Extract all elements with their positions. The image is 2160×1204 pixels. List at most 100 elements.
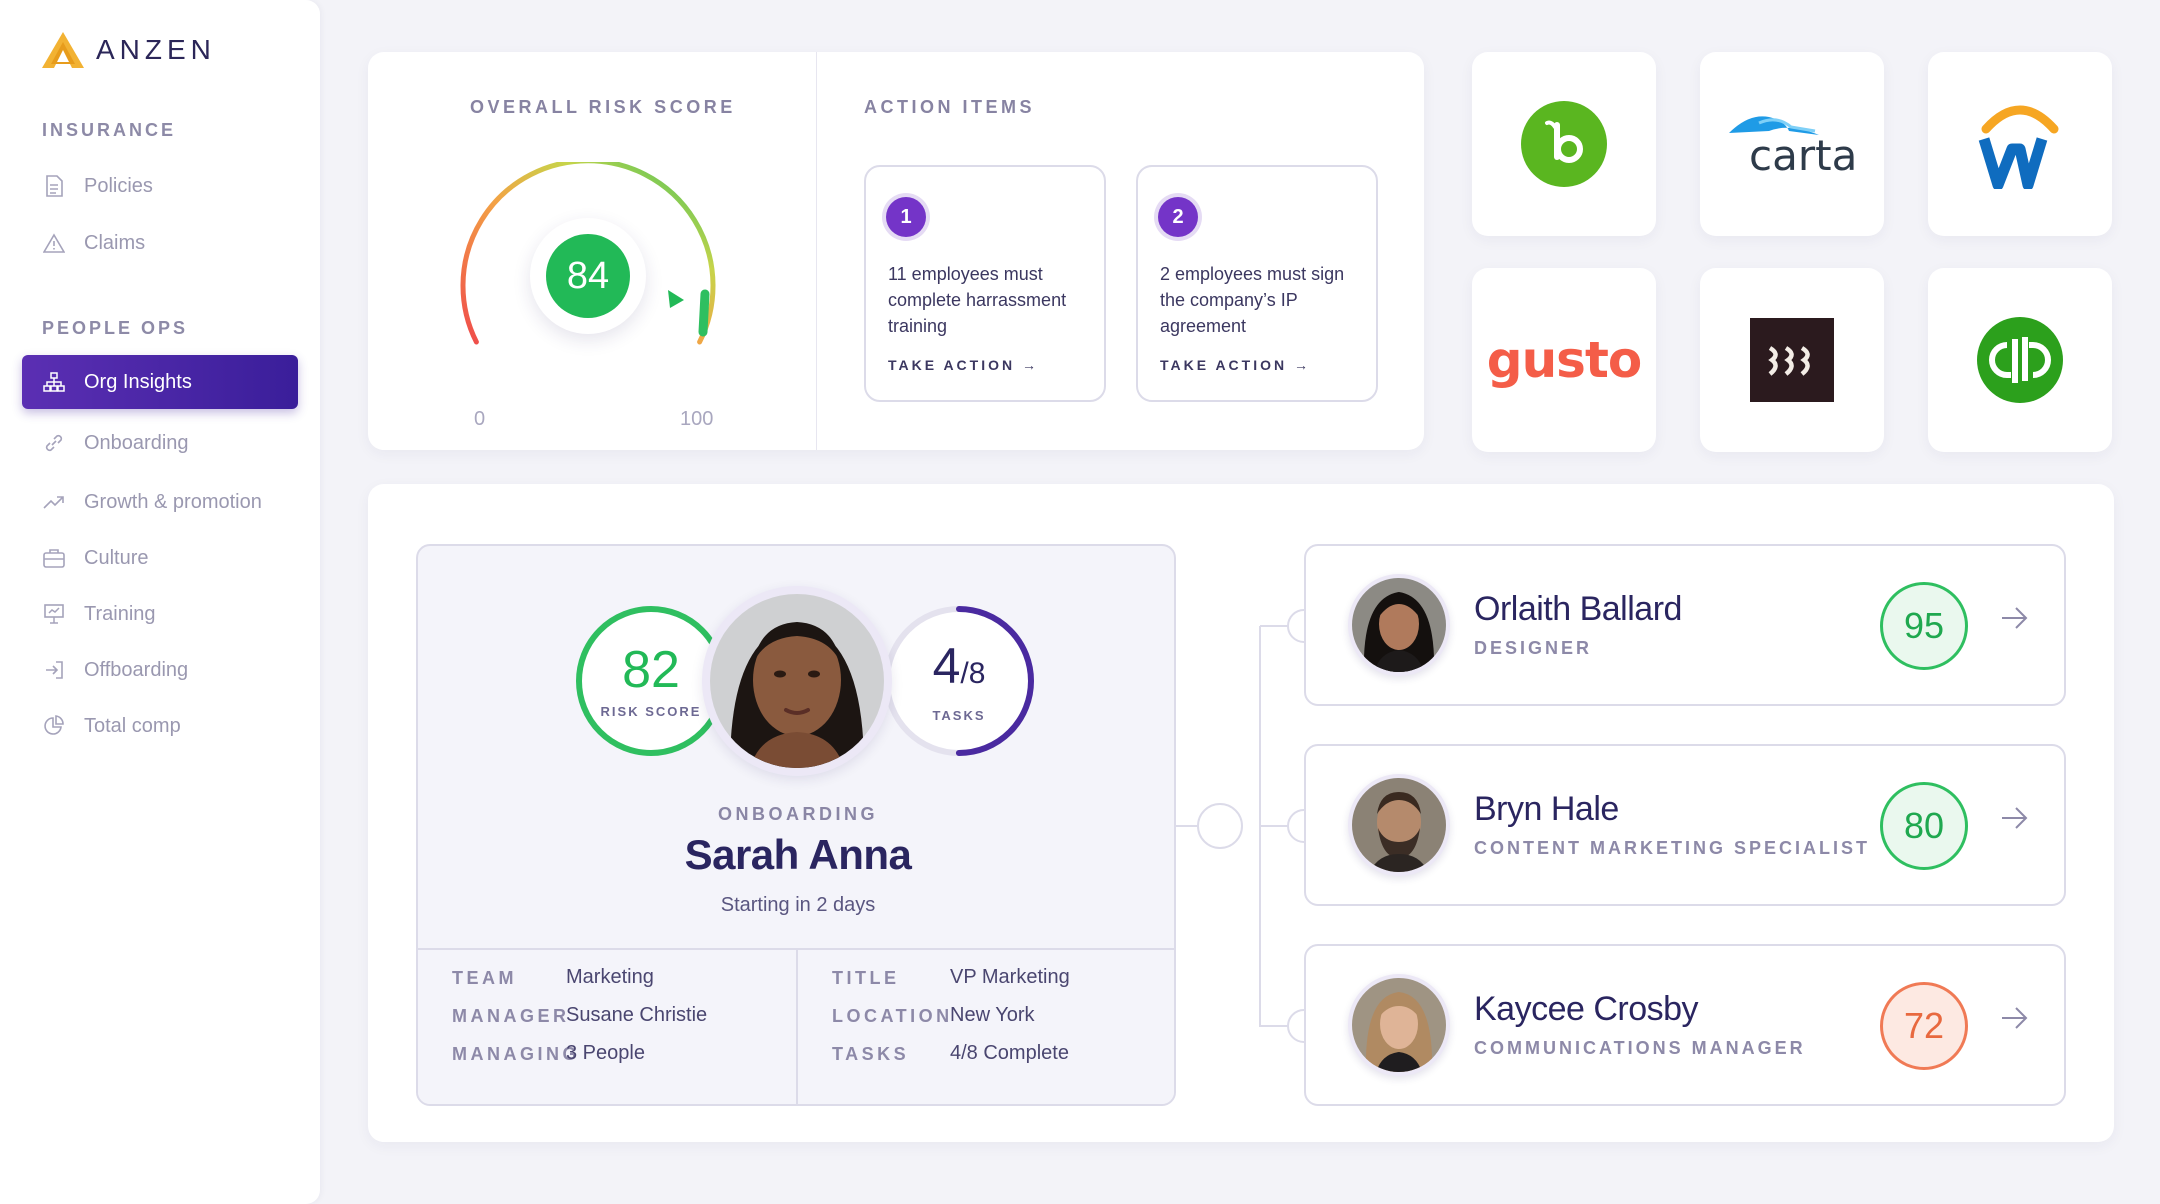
- sidebar-item-label: Total comp: [84, 714, 181, 737]
- report-score-badge: 80: [1880, 782, 1968, 870]
- sidebar-item-label: Growth & promotion: [84, 490, 262, 513]
- presentation-icon: [42, 602, 66, 626]
- profile-status: ONBOARDING: [718, 804, 878, 824]
- integration-carta[interactable]: carta: [1700, 52, 1884, 236]
- action-item-1[interactable]: 1 11 employees must complete harrassment…: [864, 165, 1106, 402]
- integration-workday[interactable]: [1928, 52, 2112, 236]
- detail-value-managing: 3 People: [566, 1042, 645, 1064]
- detail-value-title: VP Marketing: [950, 966, 1070, 988]
- report-card[interactable]: Bryn Hale CONTENT MARKETING SPECIALIST 8…: [1304, 744, 2066, 906]
- action-item-2[interactable]: 2 2 employees must sign the company’s IP…: [1136, 165, 1378, 402]
- sidebar-item-org-insights[interactable]: Org Insights: [22, 355, 298, 409]
- link-icon: [42, 431, 66, 455]
- detail-label-tasks: TASKS: [832, 1044, 910, 1064]
- briefcase-icon: [42, 546, 66, 570]
- integration-bamboohr[interactable]: [1472, 52, 1656, 236]
- report-card[interactable]: Kaycee Crosby COMMUNICATIONS MANAGER 72: [1304, 944, 2066, 1106]
- risk-score-title: OVERALL RISK SCORE: [470, 97, 736, 117]
- profile-risk-score: 82: [622, 640, 680, 699]
- orlaith-portrait: [1352, 578, 1446, 672]
- report-name: Orlaith Ballard: [1474, 590, 1682, 628]
- sidebar-item-label: Claims: [84, 231, 146, 254]
- detail-label-managing: MANAGING: [452, 1044, 580, 1064]
- action-number-badge: 1: [886, 197, 926, 237]
- pie-chart-icon: [42, 714, 66, 738]
- sidebar-item-claims[interactable]: Claims: [22, 216, 298, 270]
- exit-icon: [42, 658, 66, 682]
- detail-value-team: Marketing: [566, 966, 654, 988]
- profile-subtitle: Starting in 2 days: [720, 894, 876, 916]
- details-divider: [796, 950, 798, 1104]
- sarah-portrait: [710, 594, 884, 768]
- kaycee-portrait: [1352, 978, 1446, 1072]
- detail-value-manager: Susane Christie: [566, 1004, 708, 1026]
- risk-score-value: 84: [546, 234, 630, 318]
- avatar: [1348, 574, 1450, 676]
- sidebar-item-label: Offboarding: [84, 658, 189, 681]
- report-score-badge: 95: [1880, 582, 1968, 670]
- report-role: DESIGNER: [1474, 638, 1593, 658]
- risk-gauge: 84 0 100: [458, 162, 738, 430]
- action-description: 2 employees must sign the company’s IP a…: [1160, 264, 1345, 336]
- action-number-badge: 2: [1158, 197, 1198, 237]
- detail-label-manager: MANAGER: [452, 1006, 570, 1026]
- detail-label-title: TITLE: [832, 968, 900, 988]
- nav-section-people-ops: PEOPLE OPS: [42, 318, 189, 338]
- gusto-logo-icon: gusto: [1486, 331, 1642, 389]
- integration-rippling[interactable]: [1700, 268, 1884, 452]
- gauge-max-label: 100: [680, 408, 714, 430]
- gauge-pointer-icon: [668, 290, 684, 308]
- arrow-right-icon[interactable]: [2000, 806, 2030, 830]
- avatar: [702, 586, 892, 776]
- report-role: CONTENT MARKETING SPECIALIST: [1474, 838, 1871, 858]
- risk-score-badge: 84: [530, 218, 646, 334]
- arrow-right-icon[interactable]: [2000, 606, 2030, 630]
- report-name: Bryn Hale: [1474, 790, 1619, 828]
- nav-section-insurance: INSURANCE: [42, 120, 177, 140]
- integration-quickbooks[interactable]: [1928, 268, 2112, 452]
- sidebar-item-onboarding[interactable]: Onboarding: [22, 416, 298, 470]
- detail-label-team: TEAM: [452, 968, 517, 988]
- org-insights-card: 82 RISK SCORE 4/8 TASKS ONBOARDING Sarah…: [368, 484, 2114, 1142]
- profile-name: Sarah Anna: [684, 831, 912, 878]
- profile-details: TEAM Marketing MANAGER Susane Christie M…: [418, 948, 1174, 1104]
- report-card[interactable]: Orlaith Ballard DESIGNER 95: [1304, 544, 2066, 706]
- trending-up-icon: [42, 490, 66, 514]
- detail-label-location: LOCATION: [832, 1006, 953, 1026]
- take-action-link[interactable]: TAKE ACTION →: [888, 357, 1039, 373]
- quickbooks-logo-icon: [1977, 317, 2063, 403]
- report-score-badge: 72: [1880, 982, 1968, 1070]
- sidebar-item-policies[interactable]: Policies: [22, 159, 298, 213]
- detail-value-tasks: 4/8 Complete: [950, 1042, 1069, 1064]
- sidebar-item-offboarding[interactable]: Offboarding: [22, 643, 298, 697]
- sidebar-item-growth[interactable]: Growth & promotion: [22, 475, 298, 529]
- bryn-portrait: [1352, 778, 1446, 872]
- brand-name: ANZEN: [96, 34, 216, 65]
- sidebar-item-label: Culture: [84, 546, 149, 569]
- brand-logo[interactable]: ANZEN: [42, 32, 216, 68]
- arrow-right-icon[interactable]: [2000, 1006, 2030, 1030]
- avatar: [1348, 974, 1450, 1076]
- tasks-label: TASKS: [932, 707, 986, 723]
- report-name: Kaycee Crosby: [1474, 990, 1699, 1028]
- risk-score-label: RISK SCORE: [600, 703, 702, 719]
- warning-icon: [42, 231, 66, 255]
- sidebar-item-total-comp[interactable]: Total comp: [22, 699, 298, 753]
- take-action-link[interactable]: TAKE ACTION →: [1160, 357, 1311, 373]
- risk-actions-card: OVERALL RISK SCORE 84 0 100 ACTION ITEMS…: [368, 52, 1424, 450]
- carta-wordmark: carta: [1749, 131, 1858, 180]
- detail-value-location: New York: [950, 1004, 1035, 1026]
- action-description: 11 employees must complete harrassment t…: [888, 264, 1067, 336]
- sidebar-item-culture[interactable]: Culture: [22, 531, 298, 585]
- integration-gusto[interactable]: gusto: [1472, 268, 1656, 452]
- sidebar-item-training[interactable]: Training: [22, 587, 298, 641]
- employee-profile[interactable]: 82 RISK SCORE 4/8 TASKS ONBOARDING Sarah…: [416, 544, 1176, 1106]
- sidebar-item-label: Policies: [84, 174, 153, 197]
- carta-logo-icon: carta: [1727, 109, 1858, 180]
- bamboohr-logo-icon: [1521, 101, 1607, 187]
- sidebar-item-label: Org Insights: [84, 370, 192, 393]
- tasks-value: 4/8: [932, 637, 986, 694]
- document-icon: [42, 174, 66, 198]
- gauge-min-label: 0: [474, 408, 486, 430]
- anzen-logo-icon: [42, 32, 84, 68]
